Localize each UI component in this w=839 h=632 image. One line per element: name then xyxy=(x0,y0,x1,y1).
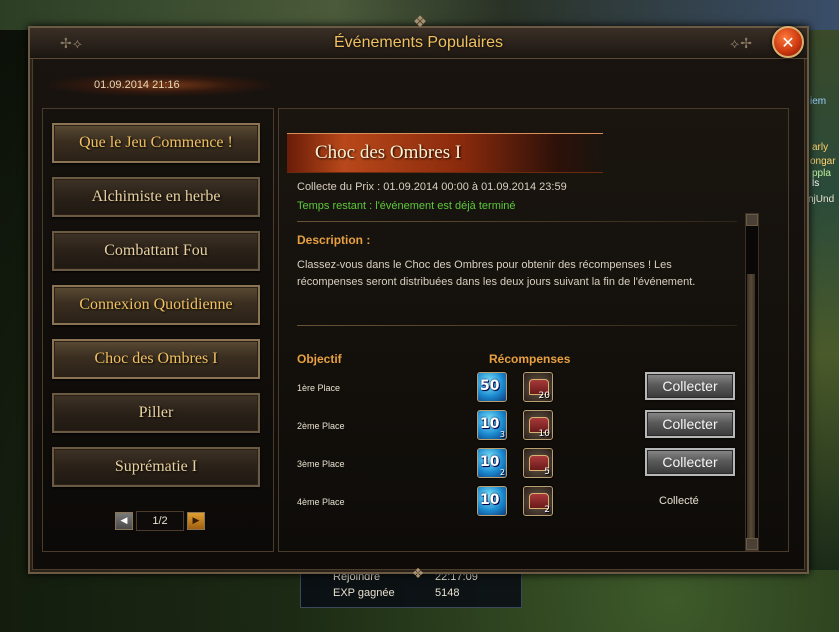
diamond-coin-icon[interactable]: 10 2 xyxy=(477,448,507,478)
diamond-coin-icon[interactable]: 10 3 xyxy=(477,410,507,440)
diamond-coin-icon[interactable]: 50 xyxy=(477,372,507,402)
description-title: Description : xyxy=(297,233,371,247)
crest-ornament-icon: ❖ xyxy=(411,566,425,582)
event-button-piller[interactable]: Piller xyxy=(52,393,260,433)
coin-amount: 10 xyxy=(480,416,500,432)
title-bar: ✢⟡ Événements Populaires ⟡✢ xyxy=(30,28,807,59)
scroll-up-icon[interactable] xyxy=(746,214,758,226)
divider xyxy=(297,221,737,222)
reward-row: 1ère Place 50 20 Collecter xyxy=(279,372,749,406)
reward-row: 4ème Place 10 2 Collecté xyxy=(279,486,749,520)
treasure-chest-icon[interactable]: 5 xyxy=(523,448,553,478)
chest-quantity: 2 xyxy=(544,505,550,515)
place-label: 2ème Place xyxy=(297,421,345,431)
diamond-coin-icon[interactable]: 10 xyxy=(477,486,507,516)
collect-button[interactable]: Collecter xyxy=(645,448,735,476)
side-chat-text: ongar xyxy=(810,156,836,167)
rewards-header: Récompenses xyxy=(489,352,571,366)
coin-sub: 2 xyxy=(499,468,505,477)
next-page-button[interactable]: ▶ xyxy=(187,512,205,530)
event-button-que-le-jeu-commence[interactable]: Que le Jeu Commence ! xyxy=(52,123,260,163)
chevron-left-icon: ◀ xyxy=(120,516,128,526)
pager: ◀ 1/2 ▶ xyxy=(115,511,205,531)
ornament-right-icon: ⟡✢ xyxy=(730,36,753,52)
description-text: Classez-vous dans le Choc des Ombres pou… xyxy=(297,259,696,288)
side-chat-text: njUnd xyxy=(808,194,835,205)
event-button-suprematie[interactable]: Suprématie I xyxy=(52,447,260,487)
event-title-banner: Choc des Ombres I xyxy=(287,133,603,173)
place-label: 3ème Place xyxy=(297,459,345,469)
treasure-chest-icon[interactable]: 20 xyxy=(523,372,553,402)
collect-period: Collecte du Prix : 01.09.2014 00:00 à 01… xyxy=(297,181,567,193)
exp-value: 5148 xyxy=(435,587,460,599)
collect-button[interactable]: Collecter xyxy=(645,372,735,400)
event-title: Choc des Ombres I xyxy=(315,142,462,163)
chevron-right-icon: ▶ xyxy=(192,516,200,526)
events-window: ❖ ✢⟡ Événements Populaires ⟡✢ ✕ 01.09.20… xyxy=(28,12,809,582)
event-button-choc-des-ombres[interactable]: Choc des Ombres I xyxy=(52,339,260,379)
coin-amount: 10 xyxy=(480,492,500,508)
scroll-down-icon[interactable] xyxy=(746,538,758,550)
time-remaining: Temps restant : l'événement est déjà ter… xyxy=(297,200,516,212)
place-label: 1ère Place xyxy=(297,383,341,393)
chest-quantity: 20 xyxy=(538,391,550,401)
detail-scrollbar[interactable] xyxy=(745,213,759,551)
chest-quantity: 5 xyxy=(544,467,550,477)
event-detail-panel: Choc des Ombres I Collecte du Prix : 01.… xyxy=(278,108,789,552)
window-title: Événements Populaires xyxy=(334,34,503,51)
event-list-panel: Que le Jeu Commence ! Alchimiste en herb… xyxy=(42,108,274,552)
coin-amount: 10 xyxy=(480,454,500,470)
place-label: 4ème Place xyxy=(297,497,345,507)
close-icon: ✕ xyxy=(781,32,795,52)
game-background-right xyxy=(809,30,839,570)
prev-page-button[interactable]: ◀ xyxy=(115,512,133,530)
collect-button[interactable]: Collecter xyxy=(645,410,735,438)
reward-row: 2ème Place 10 3 10 Collecter xyxy=(279,410,749,444)
server-date: 01.09.2014 21:16 xyxy=(94,79,180,91)
coin-sub: 3 xyxy=(499,430,505,439)
event-button-alchimiste-en-herbe[interactable]: Alchimiste en herbe xyxy=(52,177,260,217)
scroll-thumb[interactable] xyxy=(747,274,755,544)
chest-quantity: 10 xyxy=(538,429,550,439)
treasure-chest-icon[interactable]: 10 xyxy=(523,410,553,440)
event-button-combattant-fou[interactable]: Combattant Fou xyxy=(52,231,260,271)
exp-label: EXP gagnée xyxy=(333,587,395,599)
coin-amount: 50 xyxy=(480,378,500,394)
divider xyxy=(297,325,737,326)
side-chat-text: iem xyxy=(810,96,827,107)
page-indicator: 1/2 xyxy=(136,511,184,531)
side-chat-text: arly xyxy=(812,142,829,153)
treasure-chest-icon[interactable]: 2 xyxy=(523,486,553,516)
side-chat-text: ls xyxy=(812,178,820,189)
objective-header: Objectif xyxy=(297,352,342,366)
collected-status: Collecté xyxy=(659,495,699,507)
reward-row: 3ème Place 10 2 5 Collecter xyxy=(279,448,749,482)
event-button-connexion-quotidienne[interactable]: Connexion Quotidienne xyxy=(52,285,260,325)
close-button[interactable]: ✕ xyxy=(772,26,804,58)
